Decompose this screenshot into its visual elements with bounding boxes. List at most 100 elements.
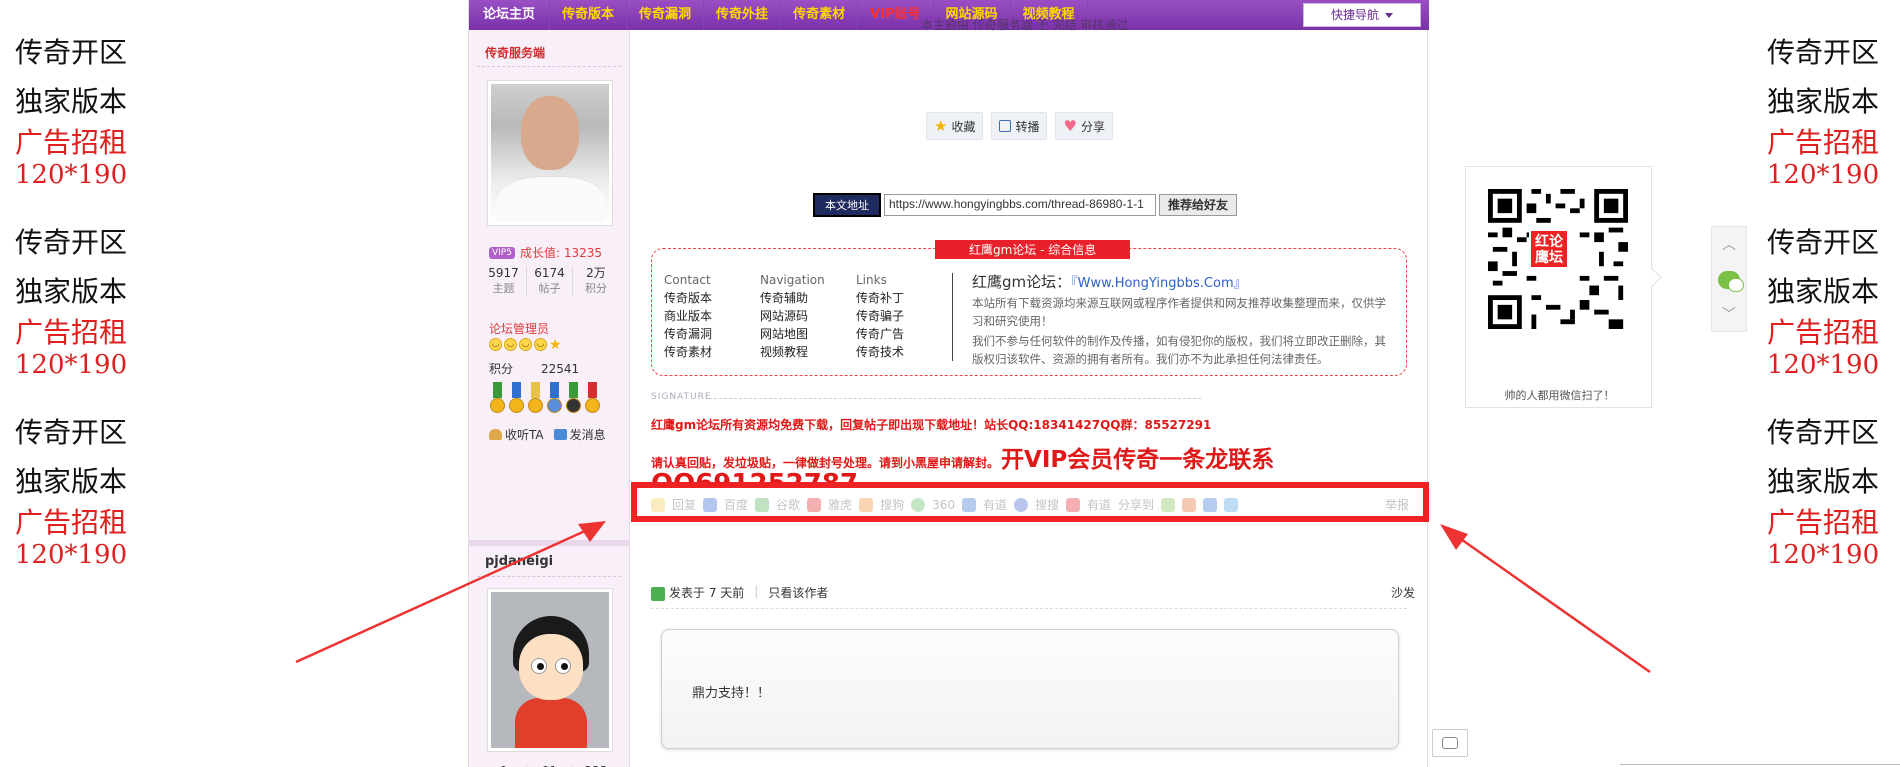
yahoo-icon[interactable] [807, 497, 822, 512]
stat-points[interactable]: 2万 积分 [573, 266, 619, 296]
share-label[interactable]: 搜搜 [1035, 496, 1059, 513]
avatar[interactable] [487, 80, 613, 226]
share-label[interactable]: 有道 [983, 496, 1007, 513]
message-button[interactable]: 发消息 [553, 426, 606, 443]
wechat-qr-card: 红论鹰坛 帅的人都用微信扫了！ [1465, 166, 1652, 408]
360-icon[interactable] [911, 497, 926, 512]
google-icon[interactable] [755, 497, 770, 512]
share-label[interactable]: 百度 [724, 496, 748, 513]
side-ad[interactable]: 传奇开区 独家版本 广告招租 120*190 [6, 218, 136, 408]
soso-icon[interactable] [1014, 497, 1028, 512]
share-icon[interactable] [1203, 497, 1218, 512]
info-link[interactable]: 视频教程 [760, 343, 856, 361]
author-name[interactable]: pjdaneigi [485, 554, 553, 569]
info-link[interactable]: 传奇补丁 [856, 289, 952, 307]
side-ad[interactable]: 传奇开区 独家版本 广告招租 120*190 [1758, 28, 1888, 218]
quick-nav-label: 快捷导航 [1330, 8, 1379, 22]
ad-rent-text: 广告招租 [14, 506, 127, 539]
share-bar-highlight: 回复 百度 谷歌 雅虎 搜狗 360 有道 搜搜 有道 分享到 举报 [631, 482, 1429, 522]
reply-icon[interactable] [651, 497, 665, 512]
nav-assets[interactable]: 传奇素材 [781, 0, 859, 30]
stat-value: 5917 [488, 266, 519, 280]
growth-value: 成长值: 13235 [519, 246, 603, 260]
share-label[interactable]: 有道 [1087, 496, 1111, 513]
medal-icon[interactable] [546, 382, 563, 418]
share-label[interactable]: 谷歌 [776, 496, 800, 513]
medal-icon[interactable] [489, 382, 506, 418]
youdao-icon[interactable] [961, 497, 976, 512]
medal-icon[interactable] [508, 382, 525, 418]
baidu-icon[interactable] [703, 497, 718, 512]
youdao-icon[interactable] [1066, 497, 1081, 512]
medal-icon[interactable] [527, 382, 544, 418]
cartoon-eye [555, 658, 571, 674]
smiley-icon: ◡ [504, 338, 517, 351]
post-time: 发表于 7 天前 [651, 584, 744, 601]
nav-plugins[interactable]: 传奇外挂 [704, 0, 782, 30]
ad-text: 独家版本 [14, 465, 127, 498]
info-link[interactable]: 传奇素材 [664, 343, 760, 361]
favorite-button[interactable]: ★ 收藏 [926, 112, 984, 140]
feedback-button[interactable] [1432, 729, 1468, 757]
wechat-button[interactable] [1712, 263, 1746, 297]
scroll-up-button[interactable]: ︿ [1712, 227, 1746, 261]
stat-posts[interactable]: 6174 帖子 [527, 266, 573, 296]
divider [477, 66, 621, 67]
site-url-link[interactable]: 『Www.HongYingbbs.Com』 [1071, 276, 1246, 291]
share-label[interactable]: 360 [932, 498, 955, 512]
info-link[interactable]: 商业版本 [664, 307, 760, 325]
share-icon[interactable] [1182, 497, 1197, 512]
share-button[interactable]: ♥ 分享 [1055, 112, 1113, 140]
report-link[interactable]: 举报 [1385, 496, 1409, 513]
message-label: 发消息 [569, 428, 606, 442]
info-link[interactable]: 传奇广告 [856, 325, 952, 343]
chevron-up-icon: ︿ [1722, 237, 1736, 253]
info-link[interactable]: 传奇版本 [664, 289, 760, 307]
points-label: 积分 [489, 362, 514, 376]
avatar[interactable] [487, 588, 613, 752]
info-link[interactable]: 网站源码 [760, 307, 856, 325]
avatar-shirt [497, 176, 605, 222]
forward-icon [999, 120, 1012, 132]
share-icon[interactable] [1161, 497, 1176, 512]
info-link[interactable]: 传奇漏洞 [664, 325, 760, 343]
info-link-columns: Contact 传奇版本 商业版本 传奇漏洞 传奇素材 Navigation 传… [664, 271, 952, 361]
side-ad[interactable]: 传奇开区 独家版本 广告招租 120*190 [1758, 408, 1888, 598]
sogou-icon[interactable] [859, 497, 874, 512]
online-icon [651, 586, 665, 601]
side-ad[interactable]: 传奇开区 独家版本 广告招租 120*190 [6, 28, 136, 218]
stat-topics[interactable]: 5917 主题 [481, 266, 527, 296]
share-label[interactable]: 回复 [672, 496, 696, 513]
address-input[interactable]: https://www.hongyingbbs.com/thread-86980… [884, 194, 1156, 216]
user-group[interactable]: 论坛管理员 [489, 320, 549, 337]
comment-icon [1442, 737, 1458, 749]
listen-button[interactable]: 收听TA [489, 426, 544, 443]
share-label[interactable]: 雅虎 [828, 496, 852, 513]
floor-number[interactable]: 沙发 [1391, 584, 1415, 601]
repost-button[interactable]: 转播 [991, 112, 1048, 140]
ad-text: 传奇开区 [14, 226, 127, 259]
nav-exploits[interactable]: 传奇漏洞 [627, 0, 705, 30]
scroll-down-button[interactable]: ﹀ [1712, 297, 1746, 331]
ad-text: 传奇开区 [14, 36, 127, 69]
share-label[interactable]: 搜狗 [880, 496, 904, 513]
info-link[interactable]: 网站地图 [760, 325, 856, 343]
info-link[interactable]: 传奇辅助 [760, 289, 856, 307]
navigation-column: Navigation 传奇辅助 网站源码 网站地图 视频教程 [760, 271, 856, 361]
quick-nav-dropdown[interactable]: 快捷导航 [1303, 3, 1421, 27]
info-link[interactable]: 传奇骗子 [856, 307, 952, 325]
info-link[interactable]: 传奇技术 [856, 343, 952, 361]
share-icon[interactable] [1224, 497, 1239, 512]
recommend-button[interactable]: 推荐给好友 [1159, 194, 1238, 216]
rank-icons: ◡ ◡ ◡ ◡ ★ [489, 338, 562, 352]
column-heading: Links [856, 273, 887, 287]
share-to-label: 分享到 [1118, 498, 1155, 512]
medal-icon[interactable] [584, 382, 601, 418]
author-name[interactable]: 传奇服务端 [485, 44, 545, 61]
medal-icon[interactable] [565, 382, 582, 418]
side-ad[interactable]: 传奇开区 独家版本 广告招租 120*190 [1758, 218, 1888, 408]
only-author-link[interactable]: 只看该作者 [768, 584, 828, 601]
side-ad[interactable]: 传奇开区 独家版本 广告招租 120*190 [6, 408, 136, 598]
nav-versions[interactable]: 传奇版本 [550, 0, 628, 30]
nav-home[interactable]: 论坛主页 [469, 0, 551, 30]
